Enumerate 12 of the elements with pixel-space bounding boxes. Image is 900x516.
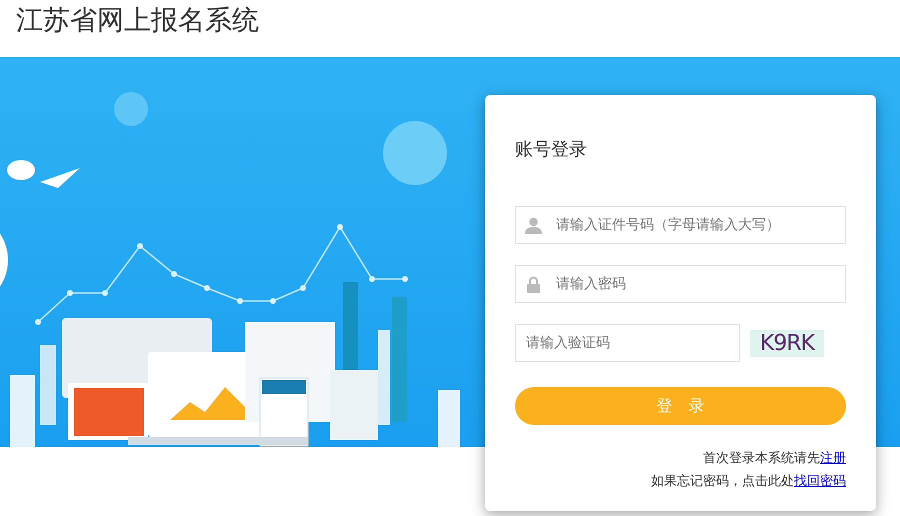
- password-field[interactable]: 请输入密码: [515, 265, 846, 303]
- site-title: 江苏省网上报名系统: [16, 4, 259, 38]
- help-note: 首次登录本系统请先注册: [702, 450, 846, 468]
- help-link[interactable]: 注册: [820, 451, 846, 466]
- captcha-field[interactable]: 请输入验证码: [515, 324, 740, 362]
- id-number-field[interactable]: 请输入证件号码（字母请输入大写）: [515, 206, 846, 244]
- captcha-image[interactable]: K9RK: [750, 330, 824, 356]
- user-icon: [525, 216, 542, 234]
- help-note: 如果忘记密码，点击此处找回密码: [650, 473, 846, 491]
- login-title: 账号登录: [515, 138, 588, 161]
- help-link[interactable]: 找回密码: [794, 474, 846, 489]
- lock-icon: [527, 276, 540, 292]
